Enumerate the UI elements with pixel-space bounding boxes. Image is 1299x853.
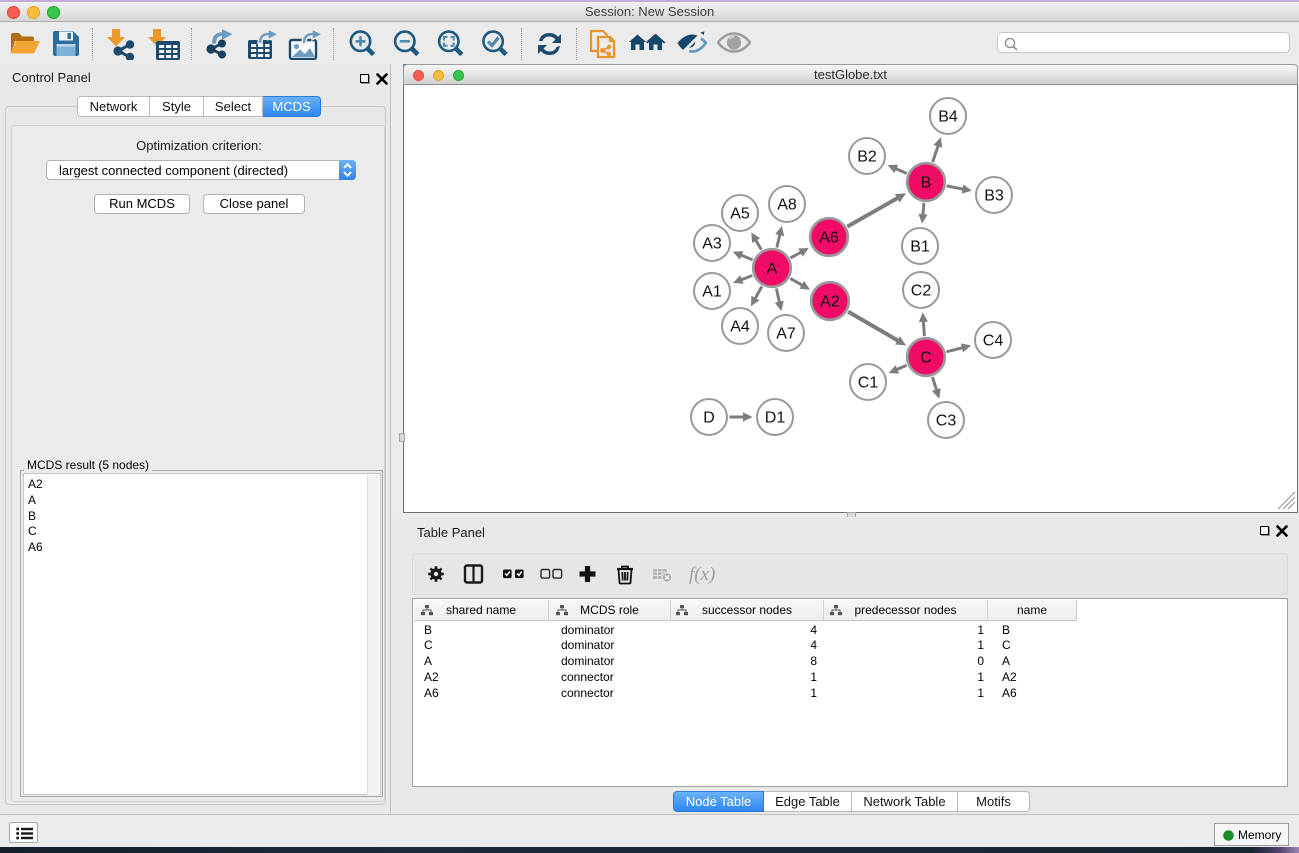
svg-text:A4: A4 — [730, 319, 750, 336]
svg-text:f(x): f(x) — [689, 564, 715, 585]
svg-text:B1: B1 — [910, 239, 930, 256]
svg-text:A8: A8 — [777, 197, 797, 214]
svg-text:C3: C3 — [936, 413, 957, 430]
svg-text:A1: A1 — [702, 284, 722, 301]
svg-text:D: D — [703, 410, 715, 427]
svg-text:C4: C4 — [983, 333, 1004, 350]
svg-text:A3: A3 — [702, 236, 722, 253]
svg-text:A2: A2 — [820, 294, 840, 311]
svg-text:B: B — [921, 175, 932, 192]
svg-text:B2: B2 — [857, 149, 877, 166]
svg-text:C1: C1 — [858, 375, 879, 392]
svg-text:A6: A6 — [819, 230, 839, 247]
svg-text:A7: A7 — [776, 326, 796, 343]
svg-text:B3: B3 — [984, 188, 1004, 205]
svg-text:C2: C2 — [911, 283, 932, 300]
svg-text:C: C — [920, 350, 932, 367]
svg-text:B4: B4 — [938, 109, 958, 126]
svg-text:D1: D1 — [765, 410, 786, 427]
svg-text:A5: A5 — [730, 206, 750, 223]
svg-text:A: A — [767, 261, 778, 278]
